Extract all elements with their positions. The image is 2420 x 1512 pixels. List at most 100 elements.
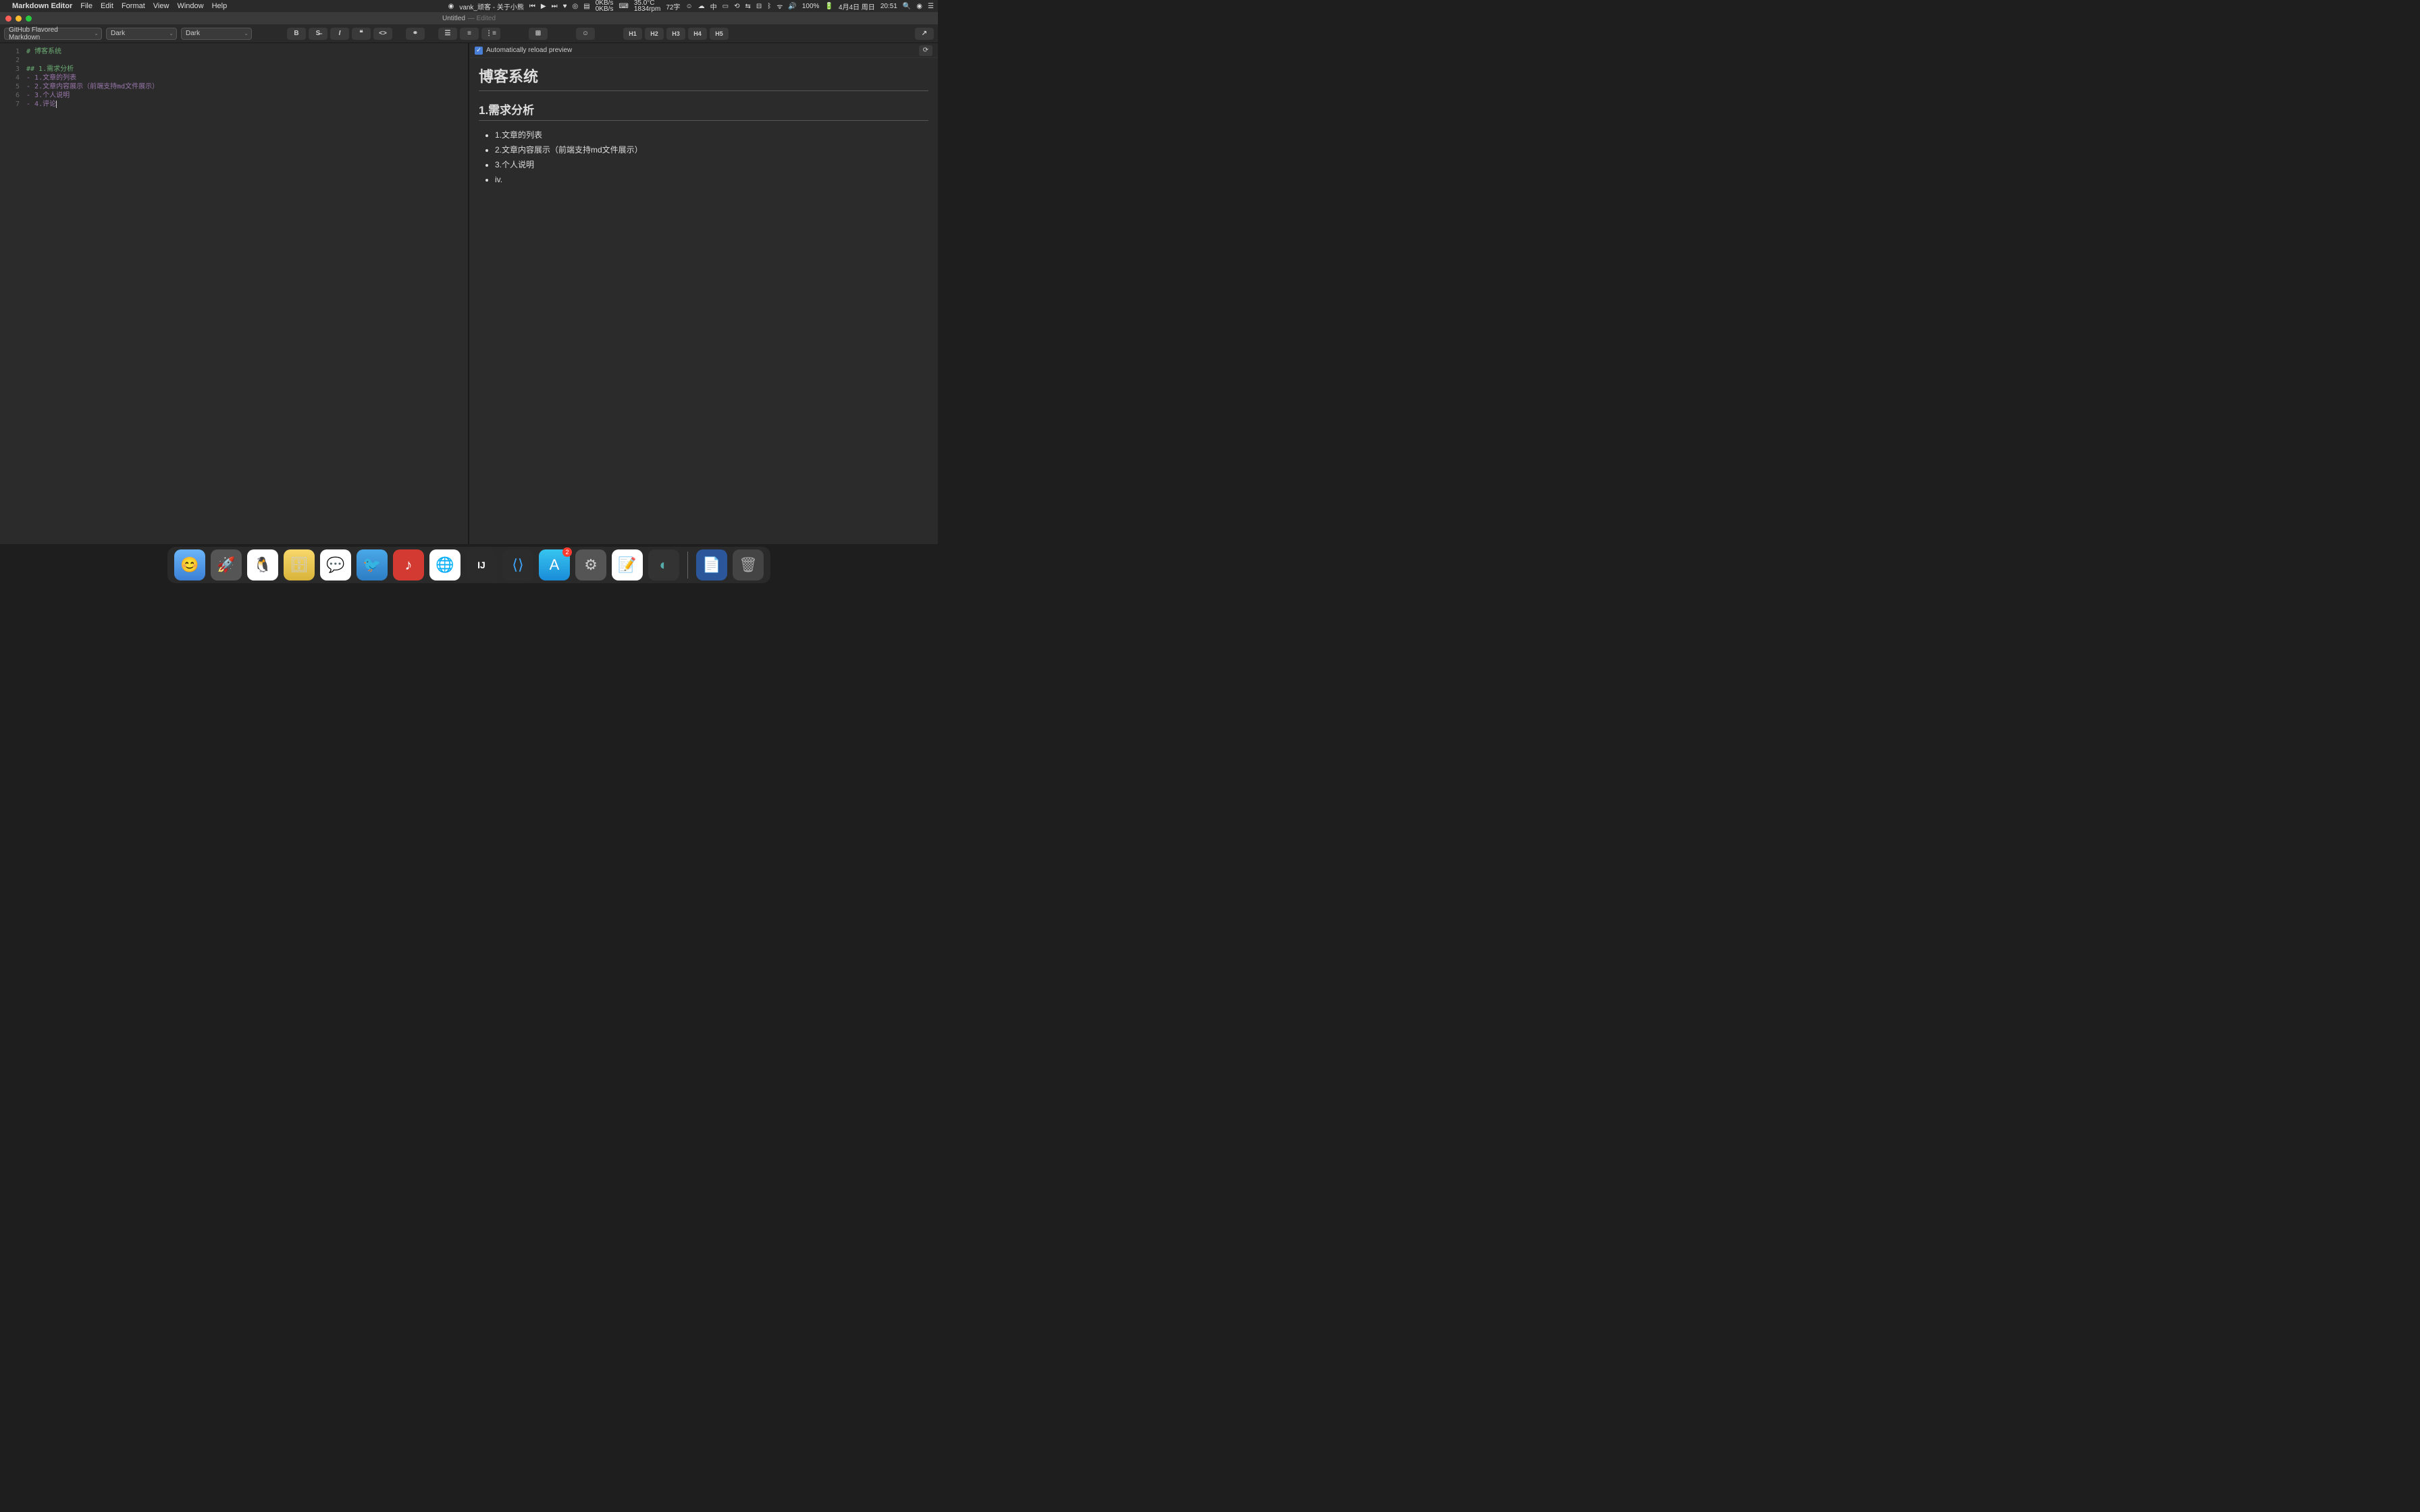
line-number: 3 (0, 65, 20, 74)
editor-theme-dropdown[interactable]: Dark (106, 28, 177, 40)
checkbox-icon: ✓ (475, 47, 483, 55)
dock-launchpad[interactable]: 🚀 (211, 549, 242, 580)
code-line[interactable]: - 2.文章内容展示（前端支持md文件展示） (26, 82, 468, 91)
table-button[interactable]: ⊞ (529, 28, 548, 40)
code-line[interactable]: # 博客系统 (26, 47, 468, 56)
face-icon[interactable]: ☺ (685, 3, 692, 10)
target-icon[interactable]: ◎ (573, 3, 579, 10)
dock-finder[interactable]: 😊 (174, 549, 205, 580)
auto-reload-label: Automatically reload preview (486, 47, 572, 54)
dock-document[interactable]: 📄 (696, 549, 727, 580)
play-icon[interactable]: ▶ (541, 3, 546, 10)
code-line[interactable]: - 1.文章的列表 (26, 74, 468, 82)
dock-area: 😊 🚀 🐧 🗄 💬 🐦 ♪ 🌐 IJ ⟨⟩ A2 ⚙ 📝 ◐ 📄 🗑 (0, 544, 938, 586)
next-track-icon[interactable]: ⏭ (552, 3, 558, 10)
bluetooth-icon[interactable]: ᛒ (767, 3, 771, 10)
char-count: 72字 (666, 1, 680, 11)
code-area[interactable]: # 博客系统 ## 1.需求分析- 1.文章的列表- 2.文章内容展示（前端支持… (24, 43, 468, 544)
link-button[interactable]: ⚭ (406, 28, 425, 40)
temp-stats: 35.0°C1834rpm (634, 0, 660, 12)
clipboard-icon[interactable]: ▤ (583, 3, 589, 10)
menu-view[interactable]: View (153, 2, 169, 10)
appstore-badge: 2 (562, 547, 572, 557)
task-list-button[interactable]: ⋮≡ (481, 28, 500, 40)
minimize-button[interactable] (16, 16, 22, 22)
emoji-button[interactable]: ☺ (576, 28, 595, 40)
preview-theme-dropdown[interactable]: Dark (181, 28, 252, 40)
open-external-button[interactable]: ↗ (915, 28, 934, 40)
line-number: 4 (0, 74, 20, 82)
bullet-list-button[interactable]: ☰ (438, 28, 457, 40)
keyboard-icon[interactable]: ⌨ (619, 3, 628, 10)
bold-button[interactable]: B (287, 28, 306, 40)
dock-intellij[interactable]: IJ (466, 549, 497, 580)
dock-appstore[interactable]: A2 (539, 549, 570, 580)
date[interactable]: 4月4日 周日 (839, 1, 875, 11)
menu-window[interactable]: Window (177, 2, 203, 10)
siri-icon[interactable]: ◉ (916, 3, 922, 10)
dock-qq[interactable]: 🐧 (247, 549, 278, 580)
ordered-list-button[interactable]: ≡ (460, 28, 479, 40)
prev-track-icon[interactable]: ⏮ (529, 3, 535, 10)
macos-menubar: Markdown Editor File Edit Format View Wi… (0, 0, 938, 12)
refresh-button[interactable]: ⟳ (919, 45, 932, 56)
battery-icon[interactable]: 🔋 (824, 3, 833, 10)
close-button[interactable] (5, 16, 11, 22)
spotlight-icon[interactable]: 🔍 (903, 3, 911, 10)
dock-quicktime[interactable]: ◐ (648, 549, 679, 580)
dock-wechat[interactable]: 💬 (320, 549, 351, 580)
editor-pane[interactable]: 1234567 # 博客系统 ## 1.需求分析- 1.文章的列表- 2.文章内… (0, 43, 469, 544)
record-icon[interactable]: ◉ (448, 3, 454, 10)
dock-vscode[interactable]: ⟨⟩ (502, 549, 533, 580)
line-number: 6 (0, 91, 20, 100)
menu-format[interactable]: Format (122, 2, 145, 10)
dock-separator (687, 551, 688, 578)
quote-button[interactable]: ❝ (352, 28, 371, 40)
strikethrough-button[interactable]: S̶ (309, 28, 327, 40)
display-icon[interactable]: ▭ (722, 3, 729, 10)
heart-icon[interactable]: ♥ (563, 3, 567, 10)
h3-button[interactable]: H3 (666, 28, 685, 40)
dock-notes[interactable]: 📝 (612, 549, 643, 580)
code-line[interactable]: - 3.个人说明 (26, 91, 468, 100)
code-line[interactable]: ## 1.需求分析 (26, 65, 468, 74)
flavor-dropdown[interactable]: GitHub Flavored Markdown (4, 28, 102, 40)
preview-h1: 博客系统 (479, 65, 928, 91)
dock-database[interactable]: 🗄 (284, 549, 315, 580)
line-number: 5 (0, 82, 20, 91)
fullscreen-button[interactable] (26, 16, 32, 22)
control-center-icon[interactable]: ☰ (928, 3, 934, 10)
app-icon[interactable]: ⊟ (756, 3, 762, 10)
cloud-icon[interactable]: ☁ (698, 3, 705, 10)
auto-reload-checkbox[interactable]: ✓ Automatically reload preview (475, 47, 572, 55)
dock-trash[interactable]: 🗑 (733, 549, 764, 580)
h4-button[interactable]: H4 (688, 28, 707, 40)
dock-chrome[interactable]: 🌐 (429, 549, 461, 580)
preview-toolbar: ✓ Automatically reload preview ⟳ (469, 43, 938, 58)
dock-settings[interactable]: ⚙ (575, 549, 606, 580)
timemachine-icon[interactable]: ⟲ (734, 3, 739, 10)
code-line[interactable] (26, 56, 468, 65)
h2-button[interactable]: H2 (645, 28, 664, 40)
traffic-lights (5, 16, 32, 22)
app-name[interactable]: Markdown Editor (12, 2, 72, 10)
volume-icon[interactable]: 🔊 (788, 3, 796, 10)
code-line[interactable]: - 4.评论 (26, 100, 468, 109)
menu-edit[interactable]: Edit (101, 2, 113, 10)
window-titlebar: Untitled — Edited (0, 12, 938, 24)
code-button[interactable]: <> (373, 28, 392, 40)
h5-button[interactable]: H5 (710, 28, 729, 40)
sync-icon[interactable]: ⇆ (745, 3, 751, 10)
menu-file[interactable]: File (80, 2, 93, 10)
time[interactable]: 20:51 (880, 3, 897, 10)
italic-button[interactable]: I (330, 28, 349, 40)
menu-help[interactable]: Help (212, 2, 228, 10)
dock-netease-music[interactable]: ♪ (393, 549, 424, 580)
dock-thunderbird[interactable]: 🐦 (357, 549, 388, 580)
dock: 😊 🚀 🐧 🗄 💬 🐦 ♪ 🌐 IJ ⟨⟩ A2 ⚙ 📝 ◐ 📄 🗑 (167, 547, 770, 583)
preview-pane: ✓ Automatically reload preview ⟳ 博客系统 1.… (469, 43, 938, 544)
wifi-icon[interactable]: ᯤ (777, 1, 783, 11)
h1-button[interactable]: H1 (623, 28, 642, 40)
ime-icon[interactable]: 中 (710, 1, 717, 11)
battery-value: 100% (802, 3, 820, 10)
